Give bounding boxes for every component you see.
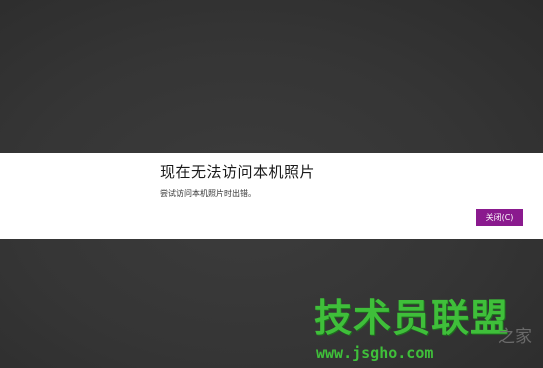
watermark-suffix: 之家 — [498, 327, 532, 347]
dialog-message: 尝试访问本机照片时出错。 — [160, 189, 256, 198]
watermark: 技术员联盟 之家 www.jsgho.com — [314, 296, 543, 368]
close-button[interactable]: 关闭(C) — [476, 209, 523, 226]
watermark-brand: 技术员联盟 — [314, 296, 510, 340]
watermark-url: www.jsgho.com — [316, 344, 434, 362]
dialog-title: 现在无法访问本机照片 — [160, 163, 316, 181]
